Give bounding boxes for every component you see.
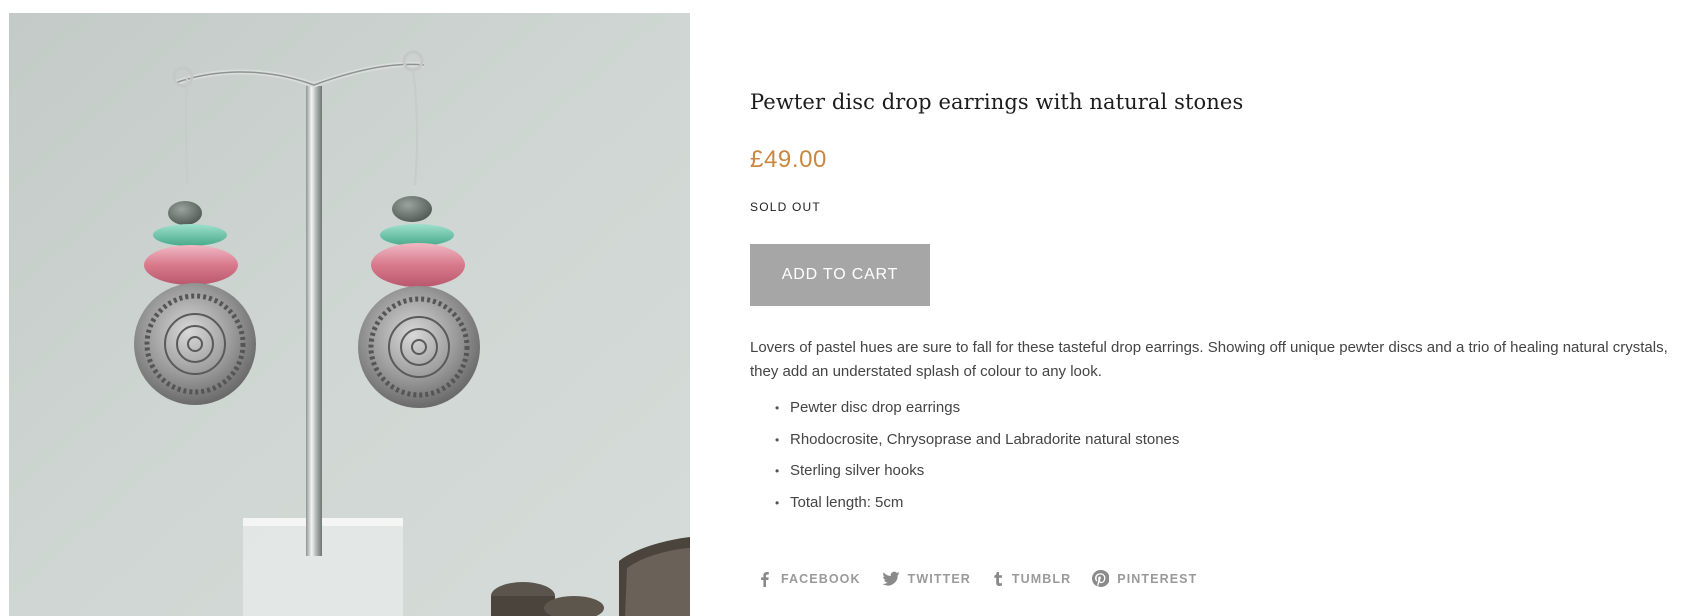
product-image[interactable] bbox=[9, 13, 690, 616]
list-item: Total length: 5cm bbox=[775, 493, 1179, 513]
share-facebook-link[interactable]: FACEBOOK bbox=[757, 571, 861, 587]
social-share-bar: FACEBOOK TWITTER TUMBLR PINTEREST bbox=[757, 570, 1218, 587]
share-pinterest-link[interactable]: PINTEREST bbox=[1092, 570, 1197, 587]
share-tumblr-link[interactable]: TUMBLR bbox=[992, 571, 1071, 587]
share-twitter-link[interactable]: TWITTER bbox=[882, 571, 971, 587]
add-to-cart-button[interactable]: ADD TO CART bbox=[750, 244, 930, 306]
twitter-icon bbox=[882, 571, 900, 586]
list-item: Pewter disc drop earrings bbox=[775, 398, 1179, 418]
product-description: Lovers of pastel hues are sure to fall f… bbox=[750, 339, 1668, 380]
product-price: £49.00 bbox=[750, 146, 828, 173]
share-facebook-label: FACEBOOK bbox=[781, 571, 861, 586]
product-title: Pewter disc drop earrings with natural s… bbox=[750, 90, 1244, 114]
tumblr-icon bbox=[994, 571, 1002, 586]
earrings-photo bbox=[9, 13, 690, 616]
stock-status: SOLD OUT bbox=[750, 200, 821, 214]
share-twitter-label: TWITTER bbox=[907, 571, 971, 586]
list-item: Rhodocrosite, Chrysoprase and Labradorit… bbox=[775, 430, 1179, 450]
share-tumblr-label: TUMBLR bbox=[1011, 571, 1072, 586]
list-item: Sterling silver hooks bbox=[775, 461, 1179, 481]
facebook-icon bbox=[761, 571, 769, 587]
feature-list: Pewter disc drop earrings Rhodocrosite, … bbox=[750, 398, 1179, 524]
pinterest-icon bbox=[1092, 570, 1110, 587]
share-pinterest-label: PINTEREST bbox=[1117, 571, 1198, 586]
